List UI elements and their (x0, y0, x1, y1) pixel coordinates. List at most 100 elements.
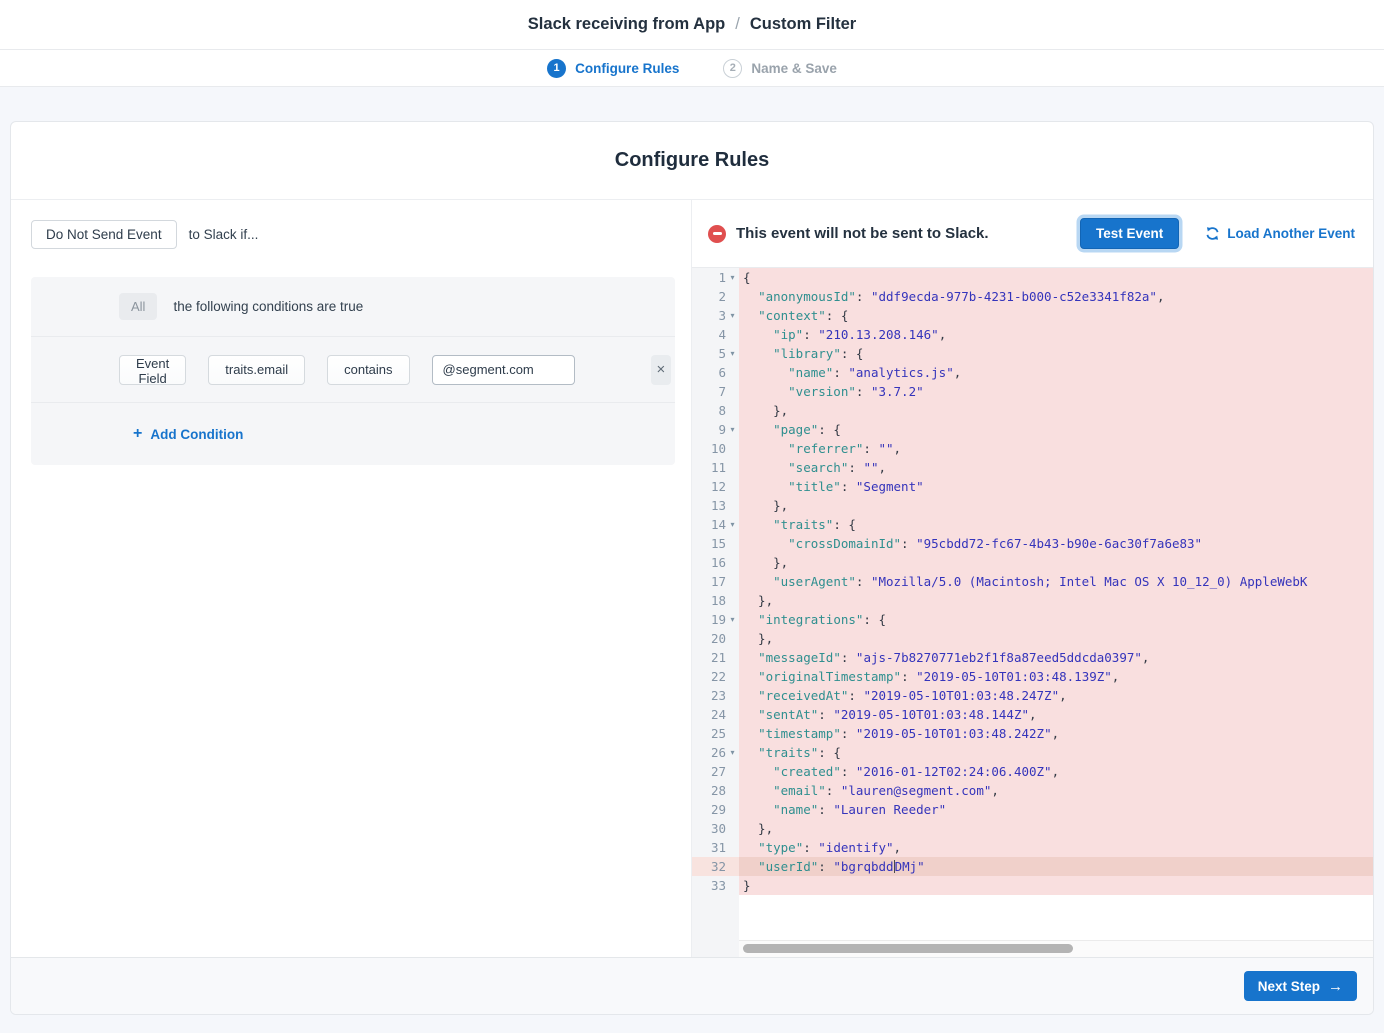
code-line[interactable]: }, (739, 401, 1373, 420)
gutter-line: 8 (692, 401, 739, 420)
preview-status-text: This event will not be sent to Slack. (736, 225, 989, 242)
match-mode-badge[interactable]: All (119, 293, 157, 320)
test-event-button[interactable]: Test Event (1080, 218, 1179, 249)
code-line[interactable]: "search": "", (739, 458, 1373, 477)
code-line[interactable]: { (739, 268, 1373, 287)
line-number: 2 (718, 289, 726, 304)
gutter-line: 2 (692, 287, 739, 306)
code-line[interactable]: }, (739, 496, 1373, 515)
conditions-box: All the following conditions are true Ev… (31, 277, 675, 465)
configure-rules-card: Configure Rules Do Not Send Event to Sla… (10, 121, 1374, 1015)
line-number: 16 (711, 555, 726, 570)
code-line[interactable]: "page": { (739, 420, 1373, 439)
line-number: 4 (718, 327, 726, 342)
line-number: 3 (718, 308, 726, 323)
line-number: 5 (718, 346, 726, 361)
add-condition-link[interactable]: Add Condition (150, 427, 243, 442)
step-configure-rules[interactable]: 1 Configure Rules (547, 59, 679, 78)
line-number: 6 (718, 365, 726, 380)
line-number: 33 (711, 878, 726, 893)
condition-field-type-button[interactable]: Event Field (119, 355, 186, 385)
filter-action-suffix: to Slack if... (189, 227, 259, 242)
step-1-label: Configure Rules (575, 61, 679, 76)
code-line[interactable]: "userAgent": "Mozilla/5.0 (Macintosh; In… (739, 572, 1373, 591)
code-line[interactable]: "receivedAt": "2019-05-10T01:03:48.247Z"… (739, 686, 1373, 705)
gutter-line: 18 (692, 591, 739, 610)
condition-operator-button[interactable]: contains (327, 355, 409, 385)
blocked-minus-icon (708, 225, 726, 243)
remove-condition-button[interactable]: × (651, 355, 672, 385)
step-1-badge: 1 (547, 59, 566, 78)
scrollbar-thumb[interactable] (743, 944, 1073, 953)
code-line[interactable]: "context": { (739, 306, 1373, 325)
gutter-line: 6 (692, 363, 739, 382)
gutter-line: 26▾ (692, 743, 739, 762)
code-line[interactable]: "name": "analytics.js", (739, 363, 1373, 382)
add-condition-row: + Add Condition (31, 403, 675, 465)
code-line[interactable]: "crossDomainId": "95cbdd72-fc67-4b43-b90… (739, 534, 1373, 553)
line-number: 24 (711, 707, 726, 722)
load-another-event-link[interactable]: Load Another Event (1205, 226, 1355, 241)
step-name-save[interactable]: 2 Name & Save (723, 59, 837, 78)
editor-horizontal-scrollbar[interactable] (739, 940, 1373, 957)
steps-nav: 1 Configure Rules 2 Name & Save (0, 50, 1384, 87)
code-line[interactable]: } (739, 876, 1373, 895)
code-line[interactable]: }, (739, 629, 1373, 648)
gutter-line: 4 (692, 325, 739, 344)
code-line[interactable]: "originalTimestamp": "2019-05-10T01:03:4… (739, 667, 1373, 686)
line-number: 10 (711, 441, 726, 456)
code-line[interactable]: "anonymousId": "ddf9ecda-977b-4231-b000-… (739, 287, 1373, 306)
card-header: Configure Rules (11, 122, 1373, 200)
code-line[interactable]: "version": "3.7.2" (739, 382, 1373, 401)
code-line[interactable]: "userId": "bgrqbddDMj" (739, 857, 1373, 876)
code-line[interactable]: "messageId": "ajs-7b8270771eb2f1f8a87eed… (739, 648, 1373, 667)
gutter-line: 20 (692, 629, 739, 648)
editor-code[interactable]: { "anonymousId": "ddf9ecda-977b-4231-b00… (739, 268, 1373, 940)
json-editor[interactable]: 1▾23▾45▾6789▾1011121314▾1516171819▾20212… (692, 268, 1373, 940)
code-line[interactable]: "library": { (739, 344, 1373, 363)
fold-toggle-icon[interactable]: ▾ (726, 349, 739, 358)
code-line[interactable]: "integrations": { (739, 610, 1373, 629)
gutter-line: 30 (692, 819, 739, 838)
fold-toggle-icon[interactable]: ▾ (726, 273, 739, 282)
code-line[interactable]: "email": "lauren@segment.com", (739, 781, 1373, 800)
code-line[interactable]: "name": "Lauren Reeder" (739, 800, 1373, 819)
code-line[interactable]: "timestamp": "2019-05-10T01:03:48.242Z", (739, 724, 1373, 743)
line-number: 20 (711, 631, 726, 646)
gutter-line: 29 (692, 800, 739, 819)
gutter-line: 11 (692, 458, 739, 477)
line-number: 25 (711, 726, 726, 741)
code-line[interactable]: "traits": { (739, 743, 1373, 762)
breadcrumb-separator: / (735, 15, 740, 34)
code-line[interactable]: "traits": { (739, 515, 1373, 534)
event-preview-panel: This event will not be sent to Slack. Te… (692, 200, 1373, 957)
code-line[interactable]: }, (739, 591, 1373, 610)
fold-toggle-icon[interactable]: ▾ (726, 748, 739, 757)
line-number: 27 (711, 764, 726, 779)
line-number: 17 (711, 574, 726, 589)
code-line[interactable]: "referrer": "", (739, 439, 1373, 458)
fold-toggle-icon[interactable]: ▾ (726, 615, 739, 624)
code-line[interactable]: "created": "2016-01-12T02:24:06.400Z", (739, 762, 1373, 781)
gutter-line: 10 (692, 439, 739, 458)
match-mode-text: the following conditions are true (173, 299, 363, 314)
next-step-button[interactable]: Next Step → (1244, 971, 1357, 1001)
code-line[interactable]: "ip": "210.13.208.146", (739, 325, 1373, 344)
breadcrumb-primary[interactable]: Slack receiving from App (528, 15, 725, 34)
gutter-line: 28 (692, 781, 739, 800)
code-line[interactable]: }, (739, 819, 1373, 838)
code-line[interactable]: "title": "Segment" (739, 477, 1373, 496)
gutter-line: 13 (692, 496, 739, 515)
filter-action-button[interactable]: Do Not Send Event (31, 220, 177, 249)
fold-toggle-icon[interactable]: ▾ (726, 520, 739, 529)
fold-toggle-icon[interactable]: ▾ (726, 425, 739, 434)
fold-toggle-icon[interactable]: ▾ (726, 311, 739, 320)
close-icon: × (657, 361, 666, 378)
gutter-line: 17 (692, 572, 739, 591)
condition-field-path-button[interactable]: traits.email (208, 355, 305, 385)
gutter-line: 12 (692, 477, 739, 496)
condition-value-input[interactable] (432, 355, 575, 385)
code-line[interactable]: "type": "identify", (739, 838, 1373, 857)
code-line[interactable]: "sentAt": "2019-05-10T01:03:48.144Z", (739, 705, 1373, 724)
code-line[interactable]: }, (739, 553, 1373, 572)
